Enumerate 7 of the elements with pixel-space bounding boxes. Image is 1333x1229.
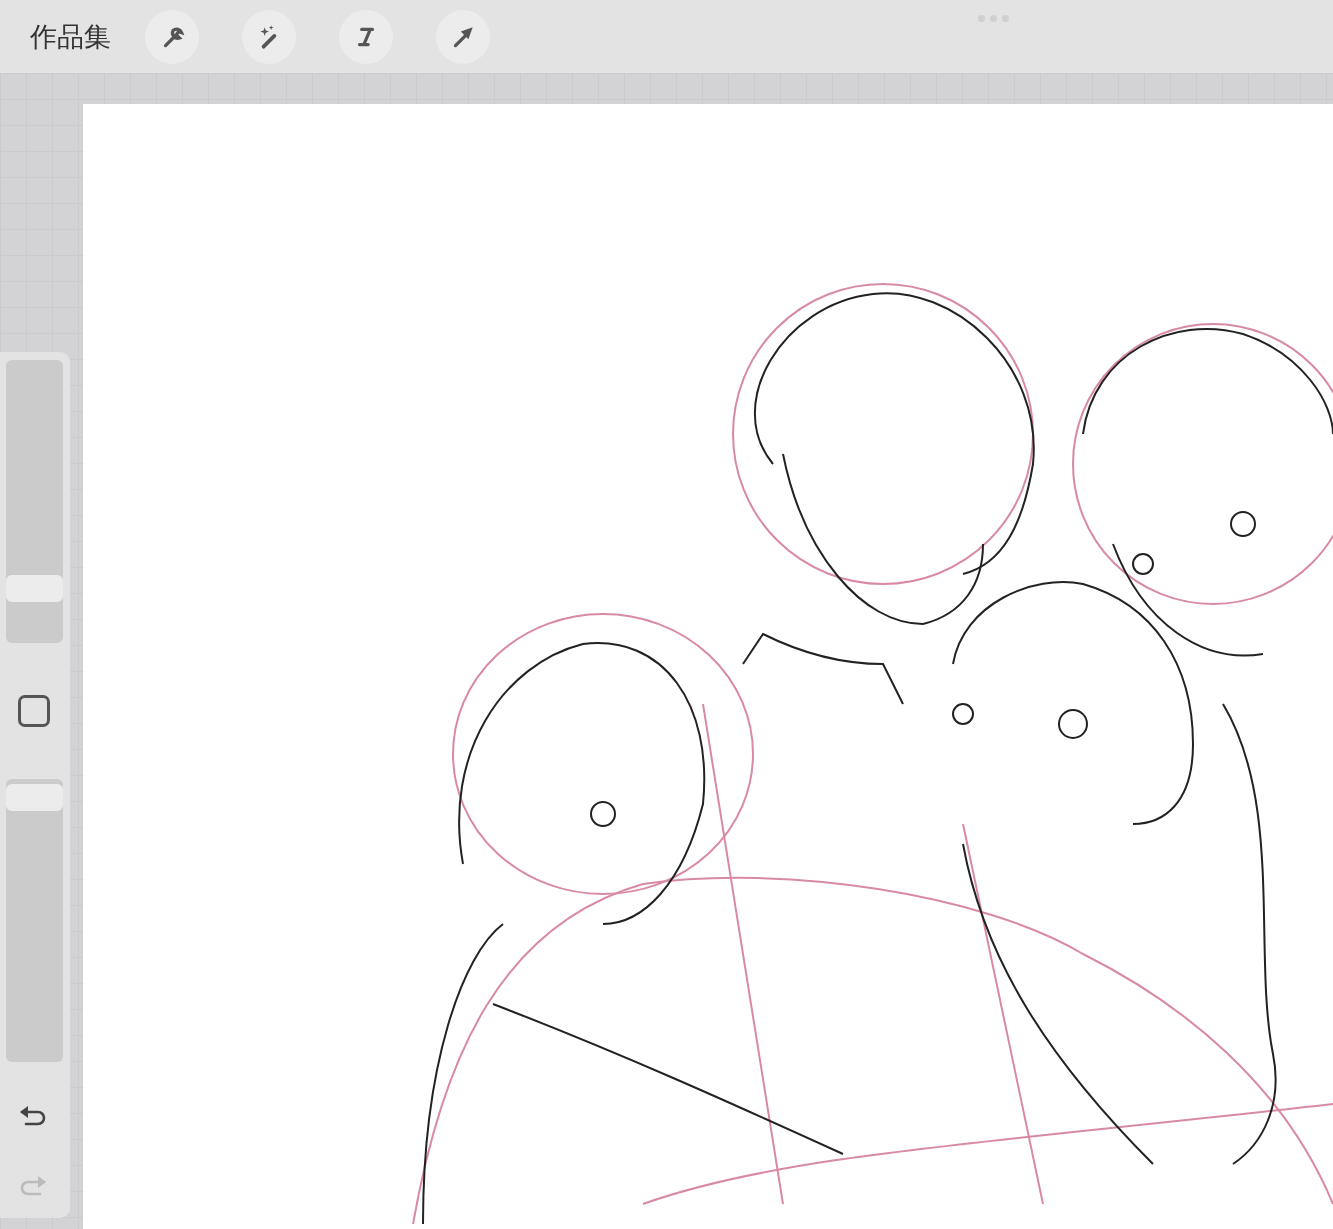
gallery-button[interactable]: 作品集 xyxy=(30,18,111,55)
opacity-slider[interactable] xyxy=(5,779,63,1062)
undo-icon[interactable] xyxy=(18,1104,48,1128)
slider-thumb[interactable] xyxy=(5,575,63,603)
square-icon[interactable] xyxy=(18,695,50,727)
slider-thumb[interactable] xyxy=(5,784,63,812)
brush-size-slider[interactable] xyxy=(5,360,63,643)
